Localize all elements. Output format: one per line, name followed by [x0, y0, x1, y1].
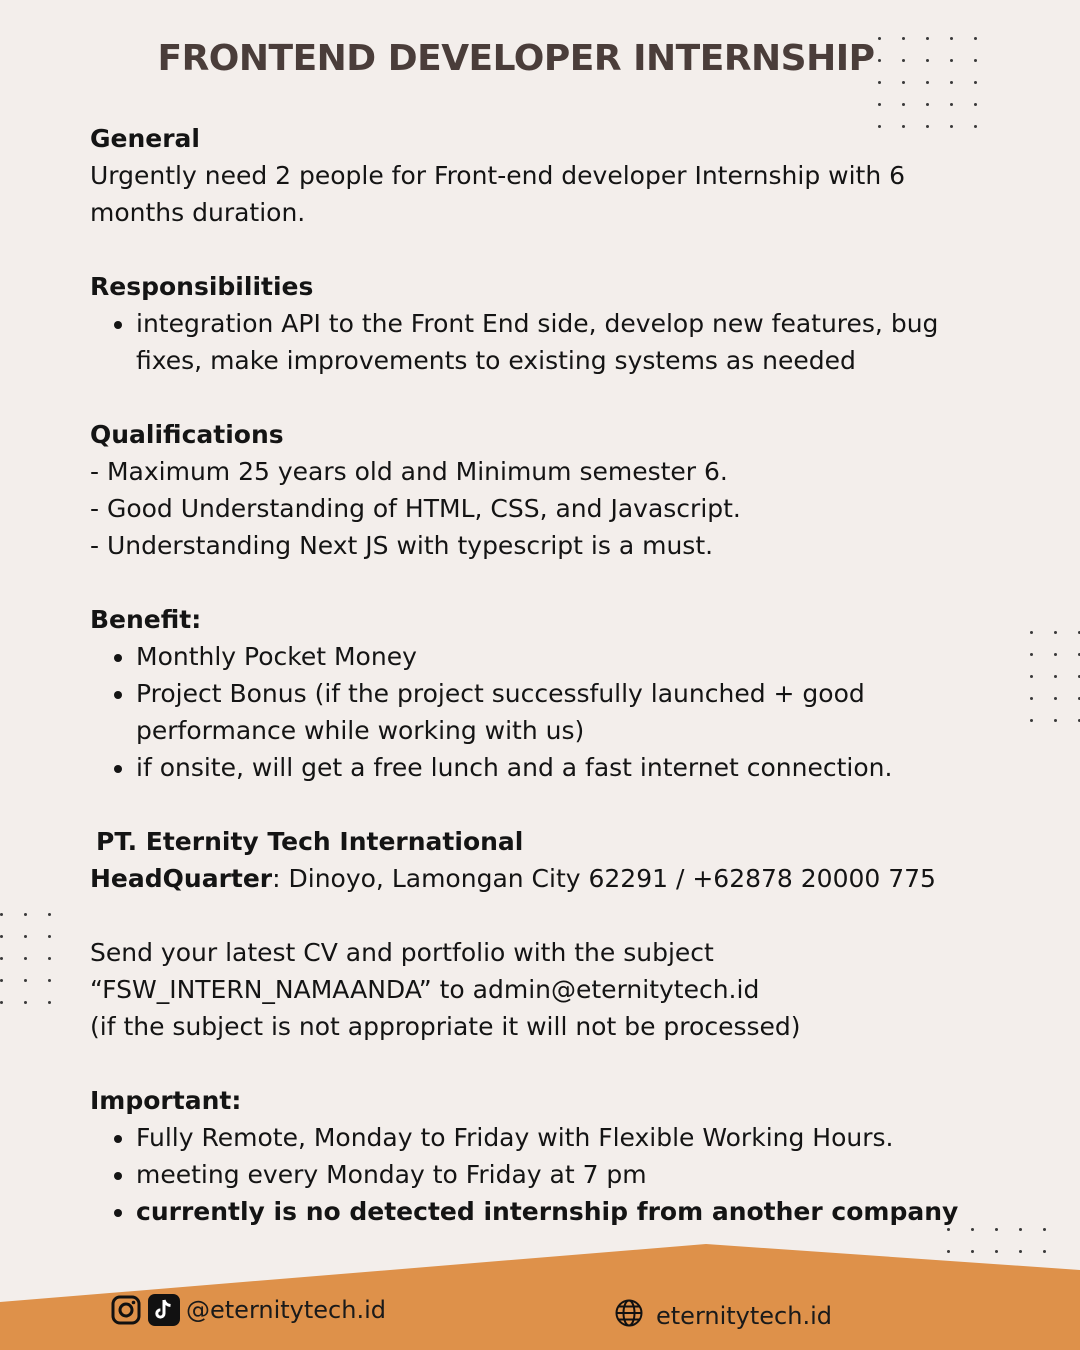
decor-dot: [1019, 1228, 1022, 1231]
apply-note: (if the subject is not appropriate it wi…: [90, 1012, 801, 1041]
qualification-line: - Maximum 25 years old and Minimum semes…: [90, 457, 728, 486]
decor-dot: [926, 81, 929, 84]
decor-dot: [950, 81, 953, 84]
decor-dot: [995, 1228, 998, 1231]
list-item: Fully Remote, Monday to Friday with Flex…: [136, 1119, 990, 1156]
decor-dot: [1054, 719, 1057, 722]
apply-line: “FSW_INTERN_NAMAANDA” to admin@eternityt…: [90, 975, 760, 1004]
decor-dot: [0, 935, 3, 938]
decor-dot: [1030, 719, 1033, 722]
qualifications-heading: Qualifications: [90, 420, 284, 449]
important-list: Fully Remote, Monday to Friday with Flex…: [90, 1119, 990, 1230]
decor-dot: [1054, 631, 1057, 634]
decor-dot: [48, 913, 51, 916]
website-url[interactable]: eternitytech.id: [656, 1302, 832, 1330]
decor-dot: [926, 37, 929, 40]
decor-dot: [950, 103, 953, 106]
decor-dot: [974, 103, 977, 106]
headquarter-label: HeadQuarter: [90, 864, 273, 893]
decor-dot: [0, 913, 3, 916]
decor-dot: [48, 1001, 51, 1004]
decor-dot: [1054, 697, 1057, 700]
website-link[interactable]: eternitytech.id: [614, 1298, 832, 1334]
responsibilities-heading: Responsibilities: [90, 272, 314, 301]
decor-dot: [1054, 653, 1057, 656]
instagram-icon[interactable]: [110, 1294, 142, 1326]
list-item: Monthly Pocket Money: [136, 638, 990, 675]
list-item: meeting every Monday to Friday at 7 pm: [136, 1156, 990, 1193]
tiktok-icon[interactable]: [148, 1294, 180, 1326]
decor-dot: [0, 1001, 3, 1004]
headquarter-text: : Dinoyo, Lamongan City 62291 / +62878 2…: [272, 864, 936, 893]
decor-dot: [878, 103, 881, 106]
social-handle[interactable]: @eternitytech.id: [186, 1296, 386, 1324]
list-item: if onsite, will get a free lunch and a f…: [136, 749, 990, 786]
responsibilities-list: integration API to the Front End side, d…: [90, 305, 990, 379]
decor-dot: [48, 979, 51, 982]
decor-dot: [926, 103, 929, 106]
dot-grid-top-right: [878, 37, 977, 128]
benefit-heading: Benefit:: [90, 605, 202, 634]
decor-dot: [1030, 697, 1033, 700]
decor-dot: [902, 37, 905, 40]
list-item: integration API to the Front End side, d…: [136, 305, 990, 379]
apply-line: Send your latest CV and portfolio with t…: [90, 938, 714, 967]
decor-dot: [974, 37, 977, 40]
decor-dot: [878, 59, 881, 62]
decor-dot: [0, 979, 3, 982]
decor-dot: [974, 81, 977, 84]
qualification-line: - Understanding Next JS with typescript …: [90, 531, 714, 560]
job-description: General Urgently need 2 people for Front…: [90, 120, 990, 1230]
decor-dot: [24, 957, 27, 960]
decor-dot: [902, 81, 905, 84]
decor-dot: [902, 103, 905, 106]
decor-dot: [1030, 675, 1033, 678]
list-item: Project Bonus (if the project successful…: [136, 675, 990, 749]
decor-dot: [1054, 675, 1057, 678]
decor-dot: [902, 59, 905, 62]
dot-grid-right: [1030, 631, 1080, 722]
decor-dot: [48, 935, 51, 938]
decor-dot: [926, 59, 929, 62]
decor-dot: [878, 81, 881, 84]
qualification-line: - Good Understanding of HTML, CSS, and J…: [90, 494, 741, 523]
footer: @eternitytech.id eternitytech.id: [0, 1240, 1080, 1350]
decor-dot: [24, 979, 27, 982]
decor-dot: [1043, 1228, 1046, 1231]
general-heading: General: [90, 124, 200, 153]
decor-dot: [24, 935, 27, 938]
decor-dot: [1030, 653, 1033, 656]
decor-dot: [1030, 631, 1033, 634]
globe-icon: [614, 1298, 644, 1334]
decor-dot: [48, 957, 51, 960]
company-name: PT. Eternity Tech International: [96, 827, 524, 856]
list-item-bold: currently is no detected internship from…: [136, 1193, 990, 1230]
social-links[interactable]: @eternitytech.id: [110, 1294, 386, 1326]
decor-dot: [0, 957, 3, 960]
headquarter-line: HeadQuarter: Dinoyo, Lamongan City 62291…: [90, 860, 990, 897]
decor-dot: [878, 37, 881, 40]
general-text: Urgently need 2 people for Front-end dev…: [90, 161, 906, 227]
decor-dot: [24, 1001, 27, 1004]
decor-dot: [24, 913, 27, 916]
dot-grid-left: [0, 913, 51, 1004]
important-heading: Important:: [90, 1086, 242, 1115]
decor-dot: [974, 59, 977, 62]
decor-dot: [950, 59, 953, 62]
benefit-list: Monthly Pocket Money Project Bonus (if t…: [90, 638, 990, 786]
decor-dot: [950, 37, 953, 40]
